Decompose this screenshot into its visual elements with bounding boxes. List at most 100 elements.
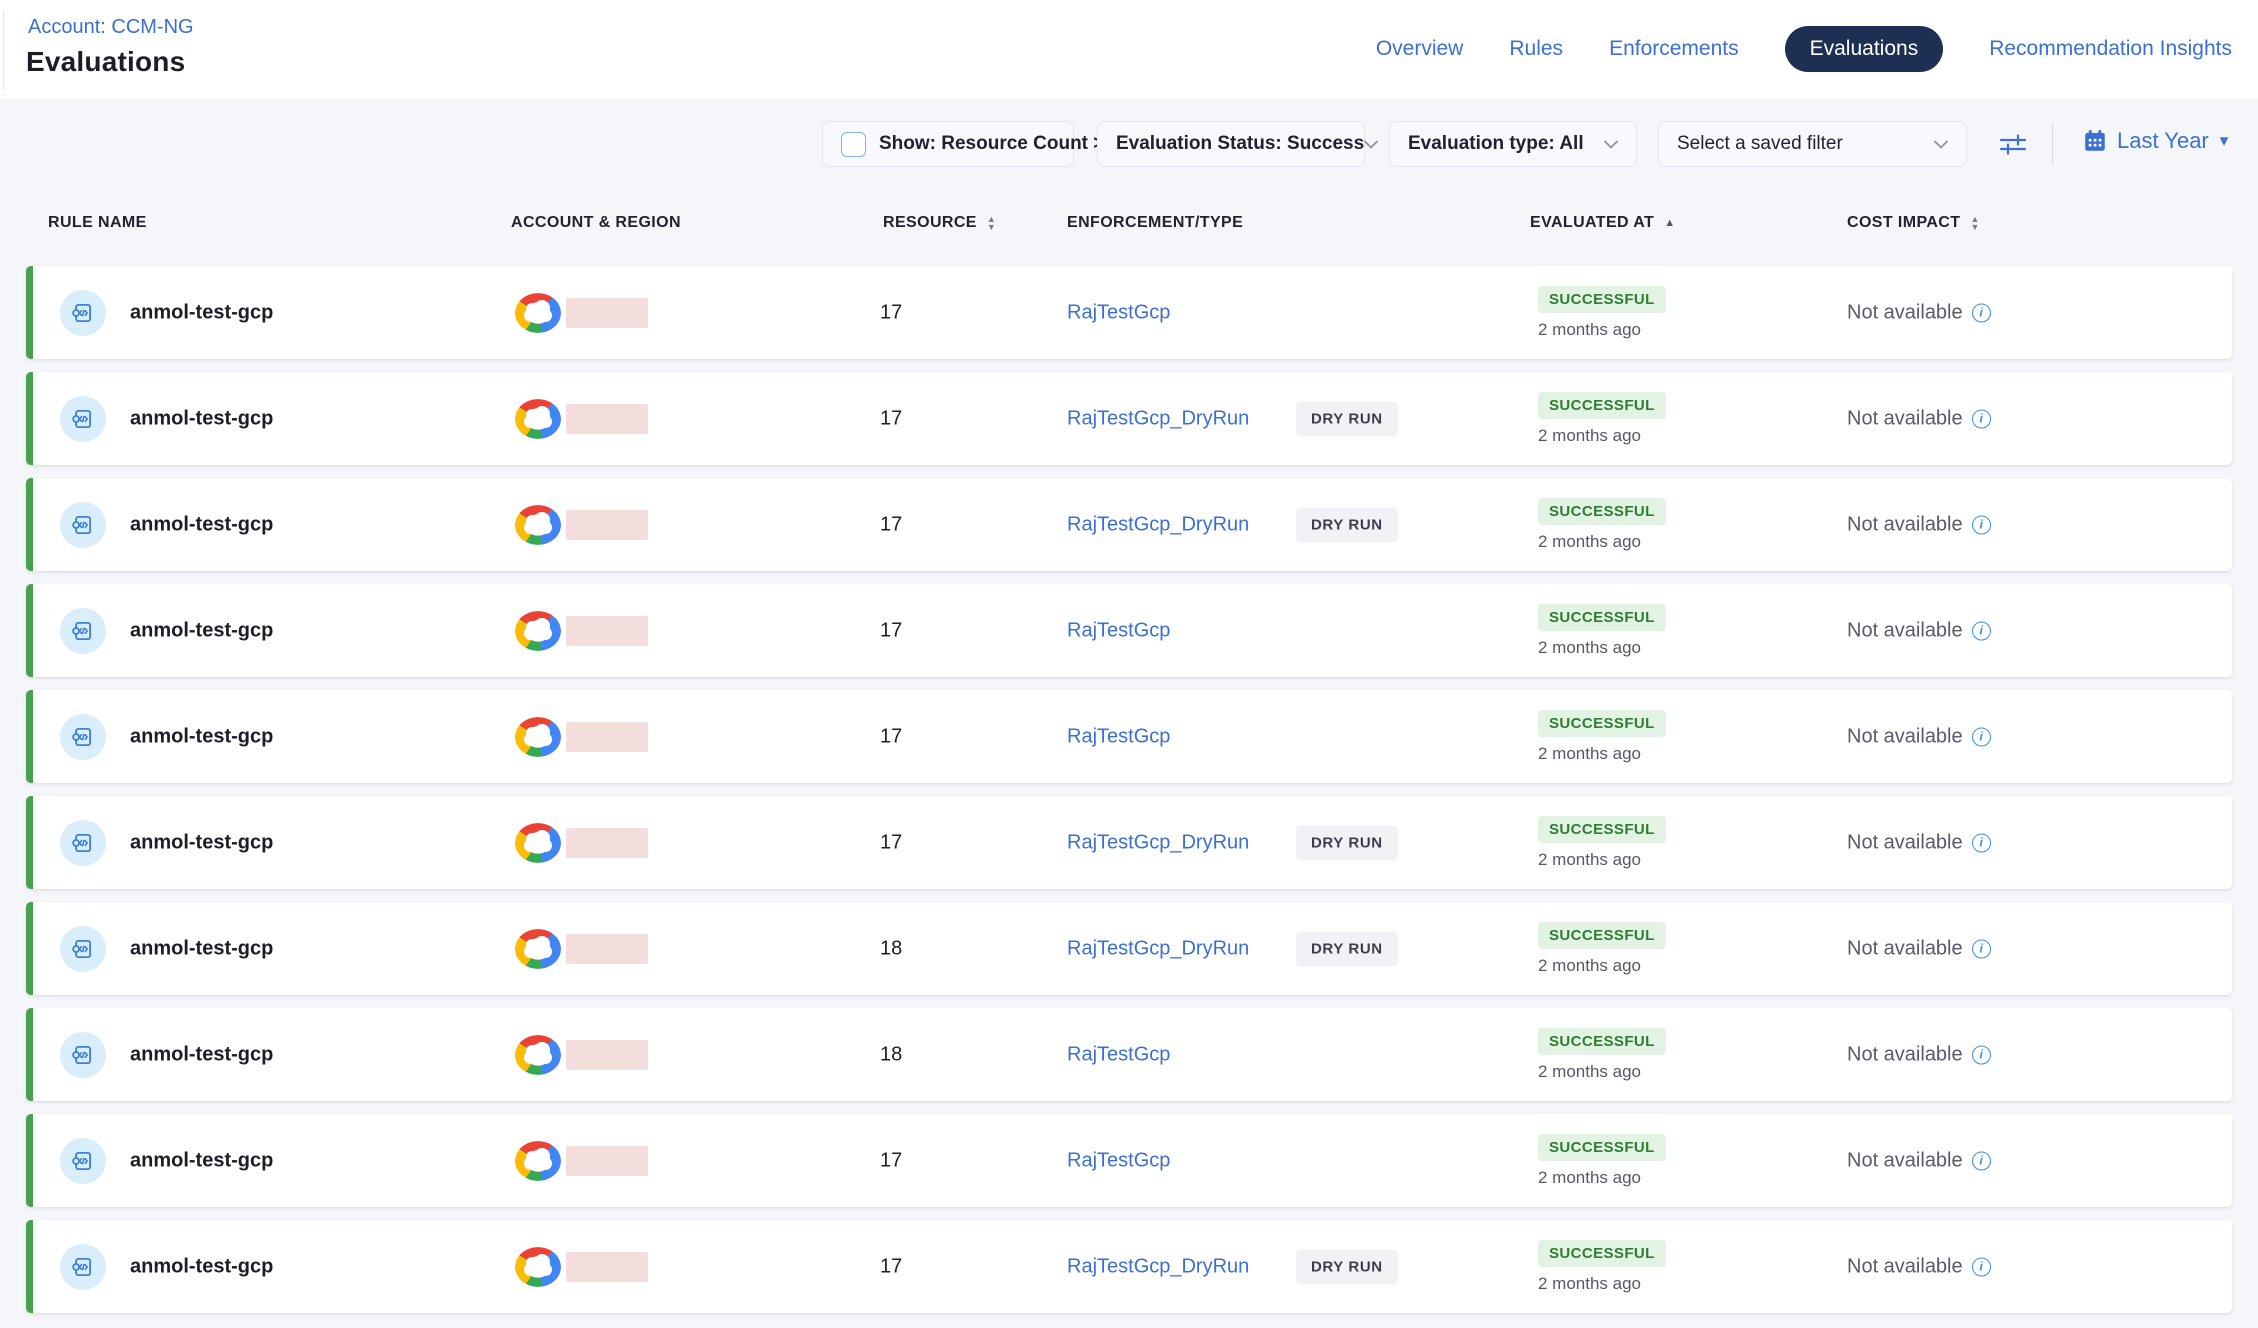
account-id-redacted-block bbox=[566, 616, 648, 646]
row-success-status-bar bbox=[26, 1114, 33, 1207]
tab-recommendation-insights[interactable]: Recommendation Insights bbox=[1989, 37, 2232, 61]
enforcement-link[interactable]: RajTestGcp bbox=[1067, 301, 1170, 324]
evaluated-time: 2 months ago bbox=[1538, 1168, 1641, 1188]
table-row[interactable]: anmol-test-gcp 17 RajTestGcp_DryRun DRY … bbox=[26, 478, 2232, 571]
status-badge: SUCCESSFUL bbox=[1538, 922, 1666, 949]
info-icon[interactable]: i bbox=[1972, 1257, 1991, 1276]
gcp-cloud-icon bbox=[515, 929, 561, 969]
row-success-status-bar bbox=[26, 1220, 33, 1313]
evaluated-at-cell: SUCCESSFUL 2 months ago bbox=[1538, 922, 1666, 976]
rule-name: anmol-test-gcp bbox=[130, 1149, 273, 1172]
cost-impact-cell: Not available i bbox=[1847, 301, 1991, 324]
cost-impact-value: Not available bbox=[1847, 1149, 1963, 1172]
column-evaluated-at[interactable]: EVALUATED AT▲ bbox=[1530, 214, 1675, 232]
tab-evaluations[interactable]: Evaluations bbox=[1785, 26, 1944, 72]
dry-run-badge: DRY RUN bbox=[1296, 1249, 1398, 1284]
sort-icon: ▲▼ bbox=[1970, 215, 1979, 231]
tab-overview[interactable]: Overview bbox=[1376, 37, 1464, 61]
info-icon[interactable]: i bbox=[1972, 409, 1991, 428]
caret-down-icon: ▾ bbox=[2220, 131, 2229, 151]
rule-icon bbox=[60, 714, 106, 760]
evaluated-at-cell: SUCCESSFUL 2 months ago bbox=[1538, 710, 1666, 764]
evaluation-type-dropdown[interactable]: Evaluation type: All bbox=[1389, 121, 1637, 167]
rule-icon bbox=[60, 1138, 106, 1184]
info-icon[interactable]: i bbox=[1972, 303, 1991, 322]
rule-name: anmol-test-gcp bbox=[130, 513, 273, 536]
info-icon[interactable]: i bbox=[1972, 1045, 1991, 1064]
cost-impact-cell: Not available i bbox=[1847, 619, 1991, 642]
enforcement-link[interactable]: RajTestGcp_DryRun bbox=[1067, 513, 1249, 536]
info-icon[interactable]: i bbox=[1972, 939, 1991, 958]
rule-name: anmol-test-gcp bbox=[130, 1043, 273, 1066]
evaluated-time: 2 months ago bbox=[1538, 850, 1641, 870]
resource-count: 17 bbox=[880, 407, 902, 430]
evaluation-status-dropdown[interactable]: Evaluation Status: Success bbox=[1097, 121, 1365, 167]
enforcement-link[interactable]: RajTestGcp bbox=[1067, 1149, 1170, 1172]
table-row[interactable]: anmol-test-gcp 17 RajTestGcp_DryRun DRY … bbox=[26, 372, 2232, 465]
resource-count: 17 bbox=[880, 725, 902, 748]
row-success-status-bar bbox=[26, 584, 33, 677]
table-row[interactable]: anmol-test-gcp 17 RajTestGcp SUCCESSFUL … bbox=[26, 584, 2232, 677]
enforcement-link[interactable]: RajTestGcp bbox=[1067, 619, 1170, 642]
table-row[interactable]: anmol-test-gcp 17 RajTestGcp_DryRun DRY … bbox=[26, 796, 2232, 889]
table-row[interactable]: anmol-test-gcp 17 RajTestGcp_DryRun DRY … bbox=[26, 1220, 2232, 1313]
rule-icon bbox=[60, 1032, 106, 1078]
rule-icon bbox=[60, 502, 106, 548]
evaluated-time: 2 months ago bbox=[1538, 1062, 1641, 1082]
table-row[interactable]: anmol-test-gcp 17 RajTestGcp SUCCESSFUL … bbox=[26, 690, 2232, 783]
enforcement-link[interactable]: RajTestGcp bbox=[1067, 725, 1170, 748]
resource-count-filter-chip[interactable]: Show: Resource Count > 0 bbox=[822, 121, 1074, 167]
filter-divider bbox=[2052, 123, 2053, 165]
info-icon[interactable]: i bbox=[1972, 727, 1991, 746]
filter-settings-button[interactable] bbox=[1996, 129, 2030, 159]
page-title: Evaluations bbox=[26, 46, 185, 78]
tab-rules[interactable]: Rules bbox=[1509, 37, 1563, 61]
table-row[interactable]: anmol-test-gcp 17 RajTestGcp SUCCESSFUL … bbox=[26, 1114, 2232, 1207]
gcp-cloud-icon bbox=[515, 399, 561, 439]
status-badge: SUCCESSFUL bbox=[1538, 604, 1666, 631]
evaluated-at-cell: SUCCESSFUL 2 months ago bbox=[1538, 1240, 1666, 1294]
table-row[interactable]: anmol-test-gcp 18 RajTestGcp_DryRun DRY … bbox=[26, 902, 2232, 995]
account-id-redacted-block bbox=[566, 934, 648, 964]
enforcement-link[interactable]: RajTestGcp_DryRun bbox=[1067, 831, 1249, 854]
enforcement-link[interactable]: RajTestGcp_DryRun bbox=[1067, 937, 1249, 960]
table-row[interactable]: anmol-test-gcp 18 RajTestGcp SUCCESSFUL … bbox=[26, 1008, 2232, 1101]
left-edge-divider bbox=[3, 10, 4, 90]
evaluated-time: 2 months ago bbox=[1538, 956, 1641, 976]
evaluated-at-cell: SUCCESSFUL 2 months ago bbox=[1538, 1028, 1666, 1082]
evaluation-type-label: Evaluation type: All bbox=[1408, 133, 1584, 155]
column-cost-impact[interactable]: COST IMPACT▲▼ bbox=[1847, 214, 1979, 232]
table-row[interactable]: anmol-test-gcp 17 RajTestGcp SUCCESSFUL … bbox=[26, 266, 2232, 359]
gcp-cloud-icon bbox=[515, 1141, 561, 1181]
rule-name: anmol-test-gcp bbox=[130, 1255, 273, 1278]
rule-name: anmol-test-gcp bbox=[130, 725, 273, 748]
evaluation-status-label: Evaluation Status: Success bbox=[1116, 133, 1364, 155]
dry-run-badge: DRY RUN bbox=[1296, 507, 1398, 542]
saved-filter-dropdown[interactable]: Select a saved filter bbox=[1658, 121, 1967, 167]
account-id-redacted-block bbox=[566, 510, 648, 540]
column-resource[interactable]: RESOURCE▲▼ bbox=[883, 214, 996, 232]
tab-enforcements[interactable]: Enforcements bbox=[1609, 37, 1739, 61]
info-icon[interactable]: i bbox=[1972, 1151, 1991, 1170]
calendar-icon bbox=[2082, 128, 2108, 154]
resource-count: 17 bbox=[880, 619, 902, 642]
enforcement-link[interactable]: RajTestGcp bbox=[1067, 1043, 1170, 1066]
cost-impact-value: Not available bbox=[1847, 301, 1963, 324]
resource-count: 17 bbox=[880, 1255, 902, 1278]
enforcement-link[interactable]: RajTestGcp_DryRun bbox=[1067, 407, 1249, 430]
info-icon[interactable]: i bbox=[1972, 515, 1991, 534]
info-icon[interactable]: i bbox=[1972, 621, 1991, 640]
rule-icon bbox=[60, 290, 106, 336]
enforcement-link[interactable]: RajTestGcp_DryRun bbox=[1067, 1255, 1249, 1278]
status-badge: SUCCESSFUL bbox=[1538, 1240, 1666, 1267]
info-icon[interactable]: i bbox=[1972, 833, 1991, 852]
cost-impact-value: Not available bbox=[1847, 407, 1963, 430]
resource-count-checkbox[interactable] bbox=[841, 132, 866, 157]
evaluated-at-cell: SUCCESSFUL 2 months ago bbox=[1538, 392, 1666, 446]
rule-icon bbox=[60, 1244, 106, 1290]
gcp-cloud-icon bbox=[515, 293, 561, 333]
account-breadcrumb-link[interactable]: Account: CCM-NG bbox=[28, 16, 194, 39]
date-range-selector[interactable]: Last Year ▾ bbox=[2082, 128, 2228, 154]
evaluated-at-cell: SUCCESSFUL 2 months ago bbox=[1538, 498, 1666, 552]
row-success-status-bar bbox=[26, 902, 33, 995]
